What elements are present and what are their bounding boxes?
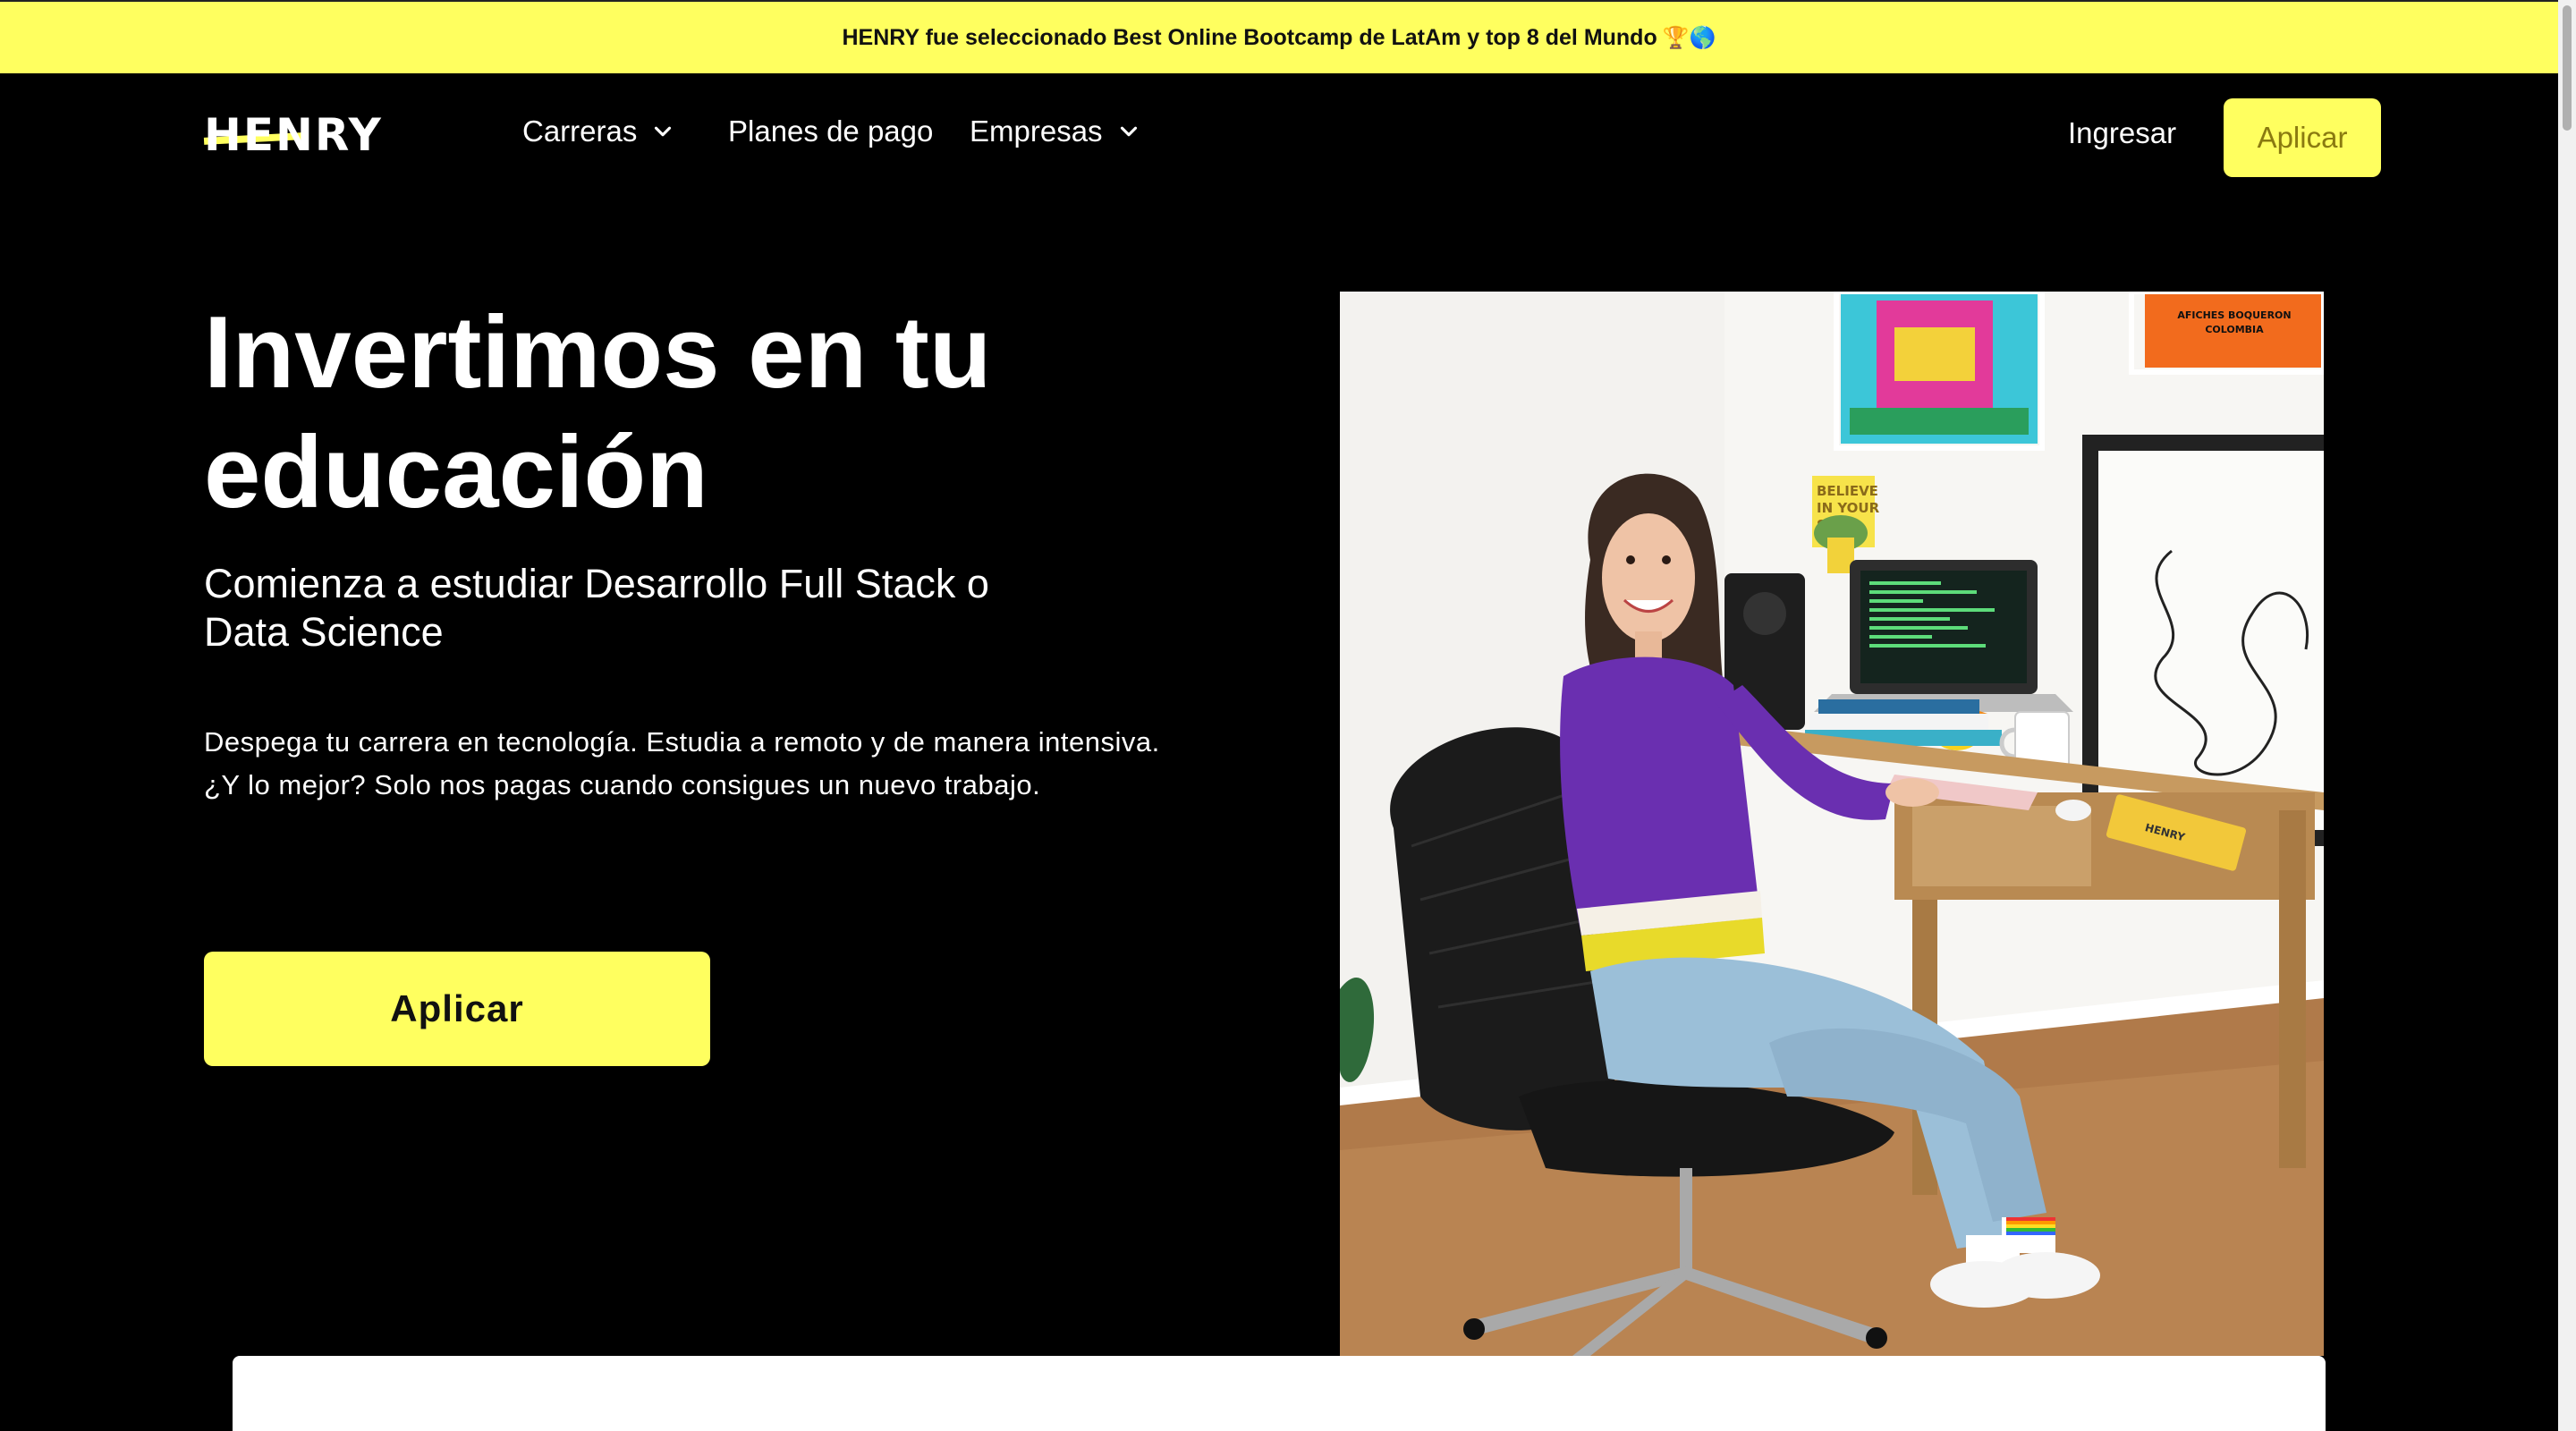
- bottom-content-card: [233, 1356, 2326, 1431]
- student-at-desk-illustration: AFICHES BOQUERON COLOMBIA BELIEVE IN YOU…: [1340, 292, 2324, 1356]
- hero-title-line-2: educación: [204, 416, 708, 529]
- poster-text: AFICHES BOQUERON: [2177, 309, 2291, 321]
- chevron-down-icon: [655, 126, 672, 137]
- nav-item-label: Empresas: [970, 114, 1103, 148]
- hero-description-line-2: ¿Y lo mejor? Solo nos pagas cuando consi…: [204, 769, 1041, 800]
- hero-description-line-1: Despega tu carrera en tecnología. Estudi…: [204, 726, 1160, 758]
- believe-sign-text: BELIEVE: [1817, 483, 1878, 499]
- nav-item-label: Carreras: [522, 114, 638, 148]
- hero-title: Invertimos en tu educación: [204, 293, 1277, 533]
- trophy-globe-icon: 🏆🌎: [1662, 25, 1716, 50]
- scrollbar[interactable]: [2558, 0, 2576, 1431]
- banner-text: HENRY fue seleccionado Best Online Bootc…: [842, 24, 1657, 50]
- hero-photo: AFICHES BOQUERON COLOMBIA BELIEVE IN YOU…: [1340, 292, 2324, 1356]
- apply-button-header[interactable]: Aplicar: [2224, 98, 2381, 177]
- hero-title-line-1: Invertimos en tu: [204, 296, 992, 410]
- nav-item-empresas[interactable]: Empresas: [970, 114, 1142, 148]
- chevron-down-icon: [1120, 126, 1137, 137]
- hero-subtitle: Comienza a estudiar Desarrollo Full Stac…: [204, 560, 1098, 656]
- login-link[interactable]: Ingresar: [2068, 116, 2176, 150]
- poster-subtext: COLOMBIA: [2205, 324, 2264, 335]
- believe-sign-text: IN YOUR: [1817, 500, 1880, 516]
- henry-logo[interactable]: HENRY: [203, 109, 387, 163]
- scrollbar-thumb[interactable]: [2563, 5, 2572, 131]
- top-navigation: HENRY Carreras Planes de pago Empresas I…: [0, 73, 2558, 199]
- hero-description: Despega tu carrera en tecnología. Estudi…: [204, 721, 1295, 807]
- announcement-banner[interactable]: HENRY fue seleccionado Best Online Bootc…: [0, 0, 2558, 73]
- hero-subtitle-line-1: Comienza a estudiar Desarrollo Full Stac…: [204, 561, 989, 606]
- logo-text: HENRY: [204, 109, 383, 161]
- hero-subtitle-line-2: Data Science: [204, 609, 444, 655]
- nav-item-planes-de-pago[interactable]: Planes de pago: [728, 114, 933, 148]
- apply-button-hero[interactable]: Aplicar: [204, 952, 710, 1066]
- nav-item-label: Planes de pago: [728, 114, 934, 148]
- nav-item-carreras[interactable]: Carreras: [522, 114, 676, 148]
